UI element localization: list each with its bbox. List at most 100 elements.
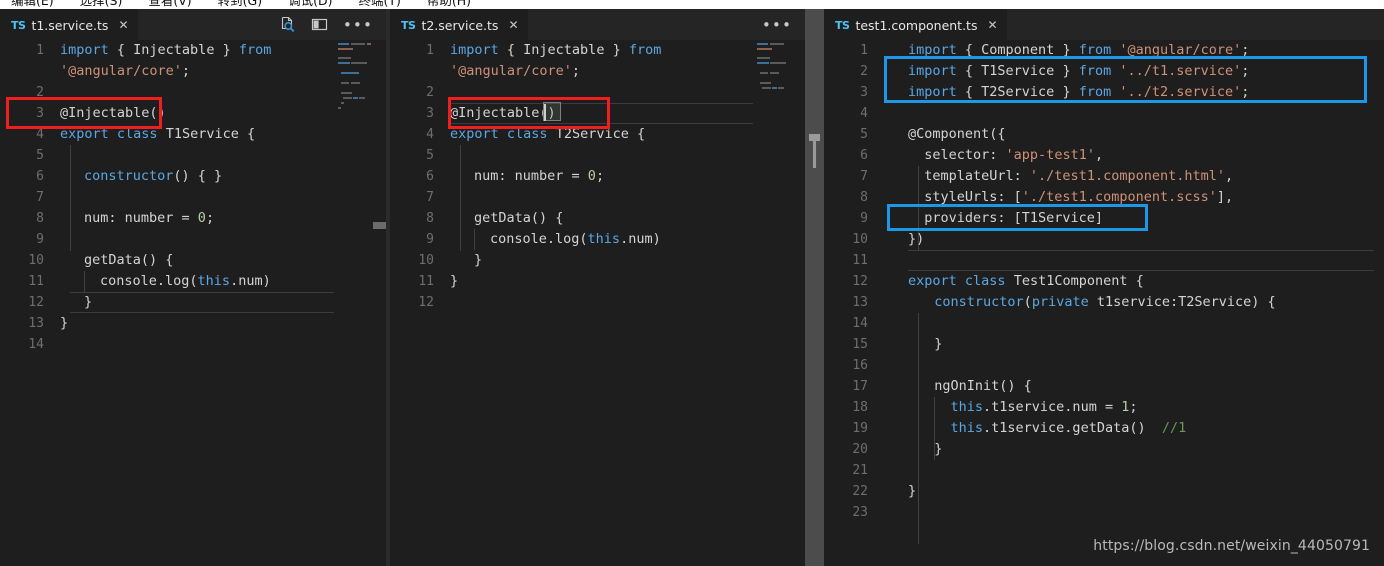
code-line: constructor(private t1service:T2Service)… — [934, 294, 1276, 310]
code-line: import { T1Service } from '../t1.service… — [908, 63, 1250, 79]
line-number: 5 — [860, 127, 868, 142]
code-content-3[interactable]: 1 import { Component } from '@angular/co… — [824, 40, 1384, 566]
close-icon[interactable]: ✕ — [508, 19, 518, 31]
code-line: num: number = 0; — [84, 210, 215, 226]
more-actions-icon[interactable]: ••• — [762, 17, 792, 32]
line-number: 8 — [426, 211, 434, 226]
line-number: 20 — [852, 442, 868, 457]
tab-label: test1.component.ts — [855, 17, 978, 33]
code-line: export class T1Service { — [60, 126, 256, 142]
code-line: constructor() { } — [84, 168, 223, 184]
code-line: @Injectable() — [450, 105, 556, 121]
line-number: 9 — [36, 232, 44, 247]
line-number: 15 — [852, 337, 868, 352]
line-number: 13 — [852, 295, 868, 310]
line-number: 9 — [426, 232, 434, 247]
line-number: 10 — [418, 253, 434, 268]
line-number: 3 — [36, 106, 44, 121]
code-line: num: number = 0; — [474, 168, 605, 184]
line-number: 4 — [426, 127, 434, 142]
editor-2-body[interactable]: 1 import { Injectable } from '@angular/c… — [390, 40, 805, 566]
open-preview-icon[interactable] — [279, 16, 296, 33]
code-line: } — [84, 294, 93, 310]
split-editor-icon[interactable] — [311, 16, 328, 33]
line-number: 1 — [426, 43, 434, 58]
typescript-file-icon: TS — [11, 18, 26, 32]
current-line-highlight-1 — [70, 292, 334, 313]
line-number: 8 — [860, 190, 868, 205]
code-content-1[interactable]: 1 import { Injectable } from '@angular/c… — [0, 40, 386, 566]
code-line: selector: 'app-test1', — [908, 147, 1104, 163]
code-line: styleUrls: ['./test1.component.scss'], — [908, 189, 1234, 205]
code-line: } — [918, 441, 943, 457]
tab-t2-service[interactable]: TS t2.service.ts ✕ — [390, 9, 528, 40]
line-number: 14 — [28, 337, 44, 352]
tab-label: t2.service.ts — [421, 17, 499, 33]
line-number: 2 — [36, 85, 44, 100]
line-number: 10 — [852, 232, 868, 247]
line-number: 12 — [852, 274, 868, 289]
code-line: } — [474, 252, 483, 268]
splitter-drag-handle[interactable] — [809, 134, 820, 168]
line-number: 7 — [36, 190, 44, 205]
editor-1-body[interactable]: 1 import { Injectable } from '@angular/c… — [0, 40, 386, 566]
code-line: @Injectable() — [60, 105, 166, 121]
line-number: 5 — [36, 148, 44, 163]
code-line: export class T2Service { — [450, 126, 646, 142]
line-number: 3 — [426, 106, 434, 121]
menu-item-goto[interactable]: 转到(G) — [207, 0, 273, 9]
typescript-file-icon: TS — [401, 18, 416, 32]
tab-label: t1.service.ts — [31, 17, 109, 33]
tab-bar-3: TS test1.component.ts ✕ — [824, 9, 1384, 40]
line-number: 7 — [860, 169, 868, 184]
vscode-window: 编辑(E) 选择(S) 查看(V) 转到(G) 调试(D) 终端(T) 帮助(H… — [0, 0, 1384, 566]
editor-3-body[interactable]: 1 import { Component } from '@angular/co… — [824, 40, 1384, 566]
editor-group-1: TS t1.service.ts ✕ ••• 1 import {Inject… — [0, 9, 386, 566]
line-number: 23 — [852, 505, 868, 520]
code-line: this.t1service.getData() //1 — [950, 420, 1187, 436]
menu-item-help[interactable]: 帮助(H) — [416, 0, 482, 9]
line-number: 12 — [28, 295, 44, 310]
line-number: 18 — [852, 400, 868, 415]
close-icon[interactable]: ✕ — [118, 19, 128, 31]
current-line-highlight-3 — [908, 250, 1374, 271]
line-number: 1 — [36, 43, 44, 58]
tab-bar-1: TS t1.service.ts ✕ ••• — [0, 9, 386, 40]
menu-item-edit[interactable]: 编辑(E) — [0, 0, 65, 9]
menu-item-view[interactable]: 查看(V) — [137, 0, 202, 9]
code-line: } — [918, 336, 943, 352]
line-number: 11 — [852, 253, 868, 268]
line-number: 12 — [418, 295, 434, 310]
menu-item-debug[interactable]: 调试(D) — [277, 0, 343, 9]
line-number: 6 — [426, 169, 434, 184]
line-number: 11 — [418, 274, 434, 289]
tab-test1-component[interactable]: TS test1.component.ts ✕ — [824, 9, 1007, 40]
code-line: } — [60, 315, 69, 331]
line-number: 22 — [852, 484, 868, 499]
more-actions-icon[interactable]: ••• — [343, 17, 373, 32]
watermark-url: https://blog.csdn.net/weixin_44050791 — [1093, 538, 1370, 554]
menu-item-select[interactable]: 选择(S) — [69, 0, 134, 9]
tab-bar-actions-1: ••• — [279, 9, 386, 40]
line-number: 6 — [860, 148, 868, 163]
line-number: 13 — [28, 316, 44, 331]
code-line: ngOnInit() { — [918, 378, 1032, 394]
line-number: 21 — [852, 463, 868, 478]
menu-bar: 编辑(E) 选择(S) 查看(V) 转到(G) 调试(D) 终端(T) 帮助(H… — [0, 0, 1384, 9]
tab-t1-service[interactable]: TS t1.service.ts ✕ — [0, 9, 138, 40]
line-number: 3 — [860, 85, 868, 100]
line-number: 1 — [860, 43, 868, 58]
line-number: 19 — [852, 421, 868, 436]
code-line: console.log(this.num) — [490, 231, 661, 247]
line-number: 4 — [36, 127, 44, 142]
line-number: 17 — [852, 379, 868, 394]
menu-item-terminal[interactable]: 终端(T) — [347, 0, 411, 9]
line-number: 16 — [852, 358, 868, 373]
code-line: }) — [908, 231, 925, 247]
code-line-wrap: '@angular/core'; — [450, 63, 581, 79]
editor-splitter-2[interactable] — [805, 9, 824, 566]
code-content-2[interactable]: 1 import { Injectable } from '@angular/c… — [390, 40, 805, 566]
code-line: import { Component } from '@angular/core… — [908, 42, 1250, 58]
close-icon[interactable]: ✕ — [987, 19, 997, 31]
line-number: 7 — [426, 190, 434, 205]
